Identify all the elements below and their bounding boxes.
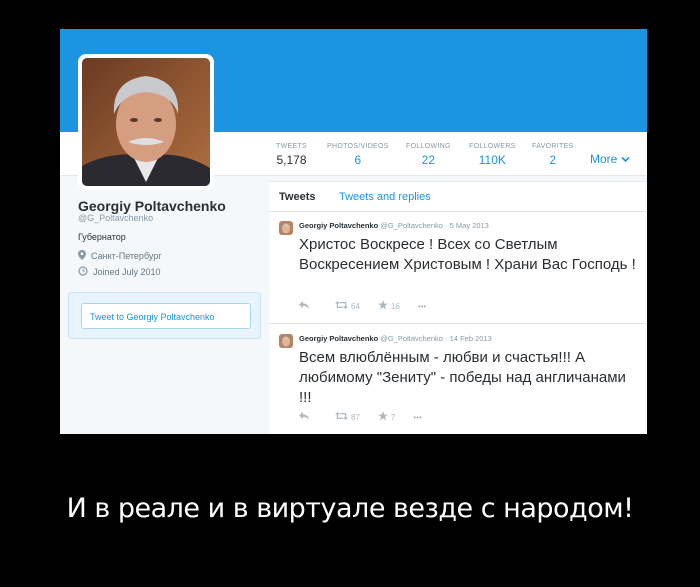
- tweet-to-button[interactable]: Tweet to Georgiy Poltavchenko: [81, 303, 251, 329]
- profile-handle: @G_Poltavchenko: [78, 213, 154, 223]
- stat-label: FAVORITES: [532, 143, 574, 150]
- more-dots-icon: •••: [417, 301, 427, 311]
- profile-bio: Губернатор: [78, 232, 126, 242]
- tweet-actions: 64 16 •••: [299, 300, 444, 312]
- stat-value: 2: [549, 153, 557, 167]
- twitter-profile-screenshot: TWEETS 5,178 PHOTOS/VIDEOS 6 FOLLOWING 2…: [60, 29, 647, 434]
- location-pin-icon: [78, 250, 86, 262]
- tweet-author-handle[interactable]: @G_Poltavchenko: [380, 221, 443, 230]
- stat-value: 22: [421, 153, 436, 167]
- profile-location: Санкт-Петербург: [78, 250, 162, 262]
- more-dots-icon: •••: [413, 412, 422, 422]
- retweet-icon: [335, 301, 348, 311]
- retweet-count: 87: [351, 412, 360, 422]
- favorite-count: 7: [390, 412, 396, 422]
- tweet-author-name[interactable]: Georgiy Poltavchenko: [299, 334, 378, 343]
- timeline: Tweets Tweets and replies Georgiy Poltav…: [269, 181, 647, 434]
- location-text: Санкт-Петербург: [91, 251, 162, 261]
- more-actions-button[interactable]: •••: [418, 302, 426, 311]
- more-actions-button[interactable]: •••: [413, 413, 421, 422]
- profile-photo: [82, 58, 210, 186]
- stat-followers[interactable]: FOLLOWERS 110K: [469, 142, 516, 168]
- tweet-avatar[interactable]: [279, 334, 293, 348]
- tweet[interactable]: Georgiy Poltavchenko @G_Poltavchenko · 1…: [269, 327, 647, 434]
- stat-value: 5,178: [276, 153, 307, 167]
- reply-icon: [299, 412, 309, 422]
- more-label: More: [590, 152, 618, 166]
- tweet-date[interactable]: 14 Feb 2013: [450, 334, 492, 343]
- star-icon: [377, 411, 388, 423]
- more-menu-button[interactable]: More: [590, 152, 630, 166]
- tweet-author-name[interactable]: Georgiy Poltavchenko: [299, 221, 378, 230]
- tweet-date[interactable]: 5 May 2013: [450, 221, 489, 230]
- tweet-avatar[interactable]: [279, 221, 293, 235]
- timeline-tabs: Tweets Tweets and replies: [269, 182, 647, 212]
- demotivator-caption: И в реале и в виртуале везде с народом!: [66, 493, 634, 524]
- stat-value: 6: [354, 153, 362, 167]
- tweet-author-handle[interactable]: @G_Poltavchenko: [380, 334, 443, 343]
- joined-text: Joined July 2010: [93, 267, 161, 277]
- calendar-icon: [78, 266, 88, 278]
- tweet-to-box: Tweet to Georgiy Poltavchenko: [68, 292, 261, 339]
- star-icon: [377, 300, 388, 312]
- reply-icon: [299, 301, 309, 311]
- tweet-text: Всем влюблённым - любви и счастья!!! А л…: [299, 349, 626, 406]
- retweet-count: 64: [351, 301, 360, 311]
- stat-tweets[interactable]: TWEETS 5,178: [276, 142, 307, 185]
- favorite-count: 16: [390, 301, 400, 311]
- stat-label: TWEETS: [276, 143, 307, 150]
- retweet-button[interactable]: 87: [335, 412, 360, 422]
- stat-value: 110K: [478, 153, 506, 167]
- stat-label: FOLLOWERS: [469, 143, 516, 150]
- profile-name: Georgiy Poltavchenko: [78, 198, 226, 214]
- favorite-button[interactable]: 16: [377, 300, 400, 312]
- profile-joined: Joined July 2010: [78, 266, 161, 278]
- stat-following[interactable]: FOLLOWING 22: [406, 142, 451, 168]
- stat-label: PHOTOS/VIDEOS: [327, 143, 389, 150]
- stat-photos-videos[interactable]: PHOTOS/VIDEOS 6: [327, 142, 389, 168]
- reply-button[interactable]: [299, 412, 309, 422]
- tab-tweets-and-replies[interactable]: Tweets and replies: [339, 191, 431, 203]
- retweet-button[interactable]: 64: [335, 301, 360, 311]
- tweet-actions: 87 7 •••: [299, 411, 440, 423]
- tweet-text: Христос Воскресе ! Всех со Светлым Воскр…: [299, 236, 636, 273]
- tweet[interactable]: Georgiy Poltavchenko @G_Poltavchenko · 5…: [269, 214, 647, 324]
- tweet-meta: Georgiy Poltavchenko @G_Poltavchenko · 5…: [299, 221, 489, 230]
- tweet-meta: Georgiy Poltavchenko @G_Poltavchenko · 1…: [299, 334, 492, 343]
- chevron-down-icon: [621, 152, 630, 166]
- reply-button[interactable]: [299, 301, 309, 311]
- stat-favorites[interactable]: FAVORITES 2: [532, 142, 573, 168]
- favorite-button[interactable]: 7: [377, 411, 396, 423]
- tab-tweets[interactable]: Tweets: [279, 191, 315, 203]
- profile-avatar[interactable]: [78, 54, 214, 190]
- stat-label: FOLLOWING: [406, 143, 451, 150]
- retweet-icon: [335, 412, 348, 422]
